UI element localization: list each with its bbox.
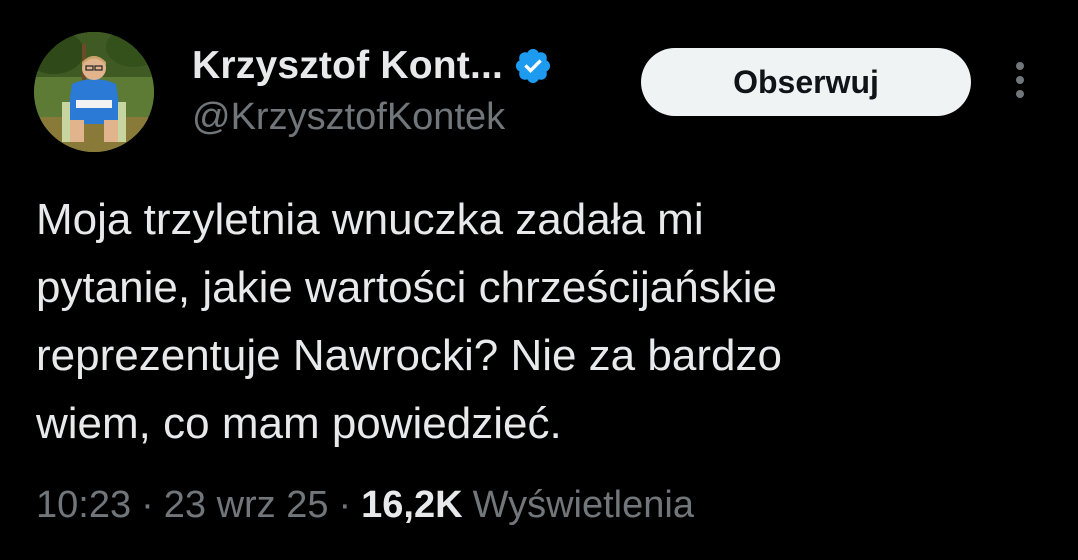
tweet-meta: 10:23 · 23 wrz 25 · 16,2K Wyświetlenia [36, 484, 694, 527]
tweet-text-line: pytanie, jakie wartości chrześcijańskie [36, 263, 777, 312]
tweet-text-line: wiem, co mam powiedzieć. [36, 399, 562, 448]
views-label[interactable]: Wyświetlenia [473, 484, 694, 527]
tweet-time[interactable]: 10:23 [36, 484, 131, 527]
author-name-row[interactable]: Krzysztof Kont... [192, 44, 553, 88]
tweet-text-line: reprezentuje Nawrocki? Nie za bardzo [36, 331, 782, 380]
tweet-card: Krzysztof Kont... @KrzysztofKontek Obser… [0, 0, 1078, 560]
meta-separator: · [338, 484, 352, 526]
views-count[interactable]: 16,2K [361, 484, 462, 527]
avatar[interactable] [34, 32, 154, 152]
author-handle[interactable]: @KrzysztofKontek [192, 96, 505, 139]
verified-badge-icon [513, 46, 553, 86]
more-vertical-icon [1016, 62, 1024, 98]
tweet-date[interactable]: 23 wrz 25 [164, 484, 329, 527]
more-options-button[interactable] [1000, 56, 1040, 104]
tweet-text-line: Moja trzyletnia wnuczka zadała mi [36, 195, 704, 244]
author-display-name[interactable]: Krzysztof Kont... [192, 44, 503, 88]
avatar-image [34, 32, 154, 152]
meta-separator: · [141, 484, 154, 526]
follow-button[interactable]: Obserwuj [641, 48, 971, 116]
tweet-text: Moja trzyletnia wnuczka zadała mi pytani… [36, 186, 1046, 458]
